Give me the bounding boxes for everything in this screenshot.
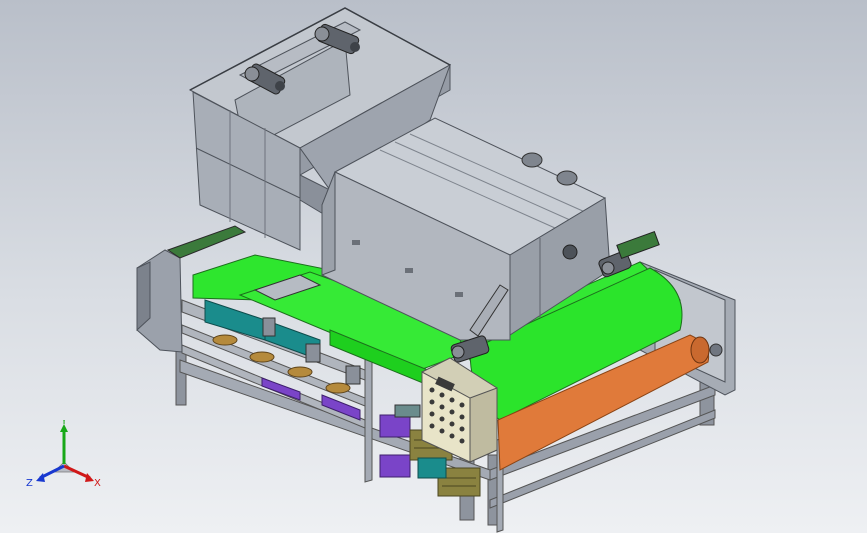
- z-axis-label: Z: [26, 478, 33, 489]
- cad-viewport[interactable]: Y X Z: [0, 0, 867, 533]
- y-axis-label: Y: [60, 420, 68, 427]
- view-orientation-triad[interactable]: Y X Z: [24, 420, 104, 500]
- belt-filter-press-model[interactable]: [0, 0, 867, 533]
- x-axis-label: X: [94, 478, 101, 489]
